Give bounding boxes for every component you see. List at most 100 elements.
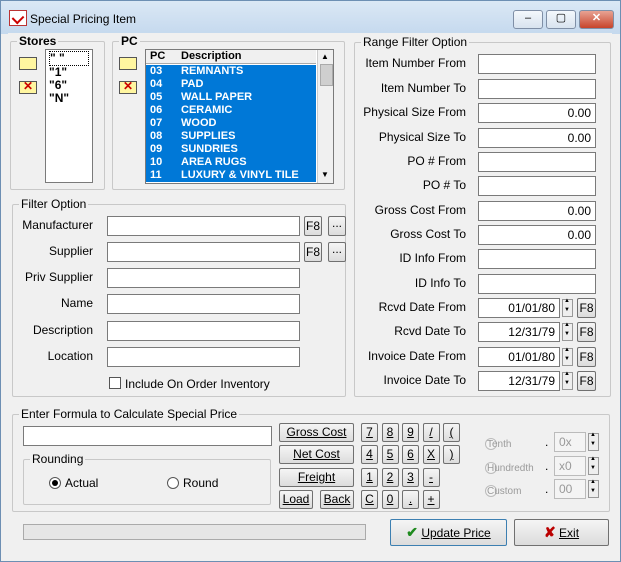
freight-button[interactable]: Freight — [279, 468, 354, 487]
keypad-key-button[interactable]: 4 — [361, 445, 378, 464]
rounding-actual-radio[interactable] — [49, 477, 61, 489]
hundredth-spinner[interactable] — [588, 456, 599, 475]
keypad-key-button[interactable]: 9 — [402, 423, 419, 442]
formula-input[interactable] — [23, 426, 272, 446]
id-info-to-input[interactable] — [478, 274, 596, 294]
scroll-up-icon[interactable]: ▲ — [321, 52, 329, 61]
gross-cost-to-input[interactable]: 0.00 — [478, 225, 596, 245]
column-header-description[interactable]: Description — [181, 50, 242, 62]
table-row[interactable]: 06 CERAMIC — [146, 104, 316, 117]
item-number-to-input[interactable] — [478, 79, 596, 99]
include-on-order-checkbox[interactable] — [109, 377, 121, 389]
description-input[interactable] — [107, 321, 300, 341]
name-input[interactable] — [107, 294, 300, 314]
gross-cost-button[interactable]: Gross Cost — [279, 423, 354, 442]
keypad-key-button[interactable]: . — [402, 490, 419, 509]
keypad-key-button[interactable]: 6 — [402, 445, 419, 464]
invoice-date-to-spinner[interactable] — [562, 371, 573, 390]
table-row[interactable]: 05 WALL PAPER — [146, 91, 316, 104]
minimize-button[interactable]: ‒ — [513, 10, 543, 29]
net-cost-button[interactable]: Net Cost — [279, 445, 354, 464]
tenth-spinner[interactable] — [588, 432, 599, 451]
invoice-date-from-spinner[interactable] — [562, 347, 573, 366]
supplier-input[interactable] — [107, 242, 300, 262]
manufacturer-lookup-button[interactable]: ... — [328, 216, 346, 236]
invoice-date-from-f8-button[interactable]: F8 — [577, 347, 596, 367]
po-to-input[interactable] — [478, 176, 596, 196]
keypad-key-button[interactable]: 5 — [381, 445, 399, 464]
pc-list[interactable]: PC Description 03 REMNANTS 04 PAD 05 WALL PAP… — [145, 49, 334, 184]
custom-value-input[interactable]: 00 — [554, 479, 586, 499]
table-row[interactable]: 04 PAD — [146, 78, 316, 91]
keypad-key-button[interactable]: 0 — [381, 490, 399, 509]
physical-size-to-input[interactable]: 0.00 — [478, 128, 596, 148]
po-from-input[interactable] — [478, 152, 596, 172]
rcvd-date-to-input[interactable]: 12/31/79 — [478, 322, 560, 342]
location-input[interactable] — [107, 347, 300, 367]
supplier-f8-button[interactable]: F8 — [304, 242, 322, 262]
gross-cost-from-input[interactable]: 0.00 — [478, 201, 596, 221]
tenth-value-input[interactable]: 0x — [554, 432, 586, 452]
manufacturer-f8-button[interactable]: F8 — [304, 216, 322, 236]
manufacturer-input[interactable] — [107, 216, 300, 236]
keypad-key-button[interactable]: C — [361, 490, 378, 509]
scroll-down-icon[interactable]: ▼ — [321, 170, 329, 179]
range-filter-legend: Range Filter Option — [363, 35, 468, 49]
clear-pc-icon[interactable] — [119, 79, 137, 94]
keypad-key-button[interactable]: 8 — [381, 423, 399, 442]
pc-description-cell: WALL PAPER — [181, 91, 253, 103]
table-row[interactable]: 08 SUPPLIES — [146, 130, 316, 143]
select-all-pc-icon[interactable] — [119, 57, 137, 70]
keypad-key-button[interactable]: + — [422, 490, 440, 509]
priv-supplier-input[interactable] — [107, 268, 300, 288]
close-button[interactable]: ✕ — [579, 10, 614, 29]
rcvd-date-from-input[interactable]: 01/01/80 — [478, 298, 560, 318]
keypad-key-button[interactable]: 1 — [361, 468, 378, 487]
rcvd-date-to-f8-button[interactable]: F8 — [577, 322, 596, 342]
list-item[interactable]: " " — [49, 51, 89, 66]
priv-supplier-label: Priv Supplier — [24, 270, 93, 284]
table-row[interactable]: 03 REMNANTS — [146, 65, 316, 78]
invoice-date-to-f8-button[interactable]: F8 — [577, 371, 596, 391]
rcvd-date-from-f8-button[interactable]: F8 — [577, 298, 596, 318]
select-all-stores-icon[interactable] — [19, 57, 37, 70]
keypad-key-button[interactable]: 2 — [381, 468, 399, 487]
custom-spinner[interactable] — [588, 479, 599, 498]
table-row[interactable]: 09 SUNDRIES — [146, 143, 316, 156]
back-button[interactable]: Back — [320, 490, 354, 509]
physical-size-from-input[interactable]: 0.00 — [478, 103, 596, 123]
update-price-button[interactable]: ✔ Update Price — [390, 519, 507, 546]
table-row[interactable]: 07 WOOD — [146, 117, 316, 130]
item-number-from-input[interactable] — [478, 54, 596, 74]
stores-list[interactable]: " " "1" "6" "N" — [45, 49, 93, 183]
keypad-key-button[interactable]: 3 — [402, 468, 419, 487]
keypad-key-button[interactable]: 7 — [361, 423, 378, 442]
clear-stores-icon[interactable] — [19, 79, 37, 94]
scroll-thumb[interactable] — [320, 64, 333, 86]
keypad-key-button[interactable]: ( — [443, 423, 460, 442]
maximize-button[interactable]: ▢ — [546, 10, 576, 29]
column-header-pc[interactable]: PC — [150, 50, 165, 62]
exit-button[interactable]: ✘ Exit — [514, 519, 609, 546]
invoice-date-to-input[interactable]: 12/31/79 — [478, 371, 560, 391]
list-item[interactable]: "N" — [49, 92, 89, 105]
keypad-key-button[interactable]: ) — [443, 445, 460, 464]
table-row[interactable]: 10 AREA RUGS — [146, 156, 316, 169]
table-row[interactable]: 11 LUXURY & VINYL TILE — [146, 169, 316, 182]
keypad-key-button[interactable]: X — [422, 445, 440, 464]
rounding-round-radio[interactable] — [167, 477, 179, 489]
id-info-from-input[interactable] — [478, 249, 596, 269]
include-on-order-label: Include On Order Inventory — [125, 377, 270, 391]
pc-scrollbar[interactable]: ▲ ▼ — [317, 50, 333, 183]
invoice-date-from-input[interactable]: 01/01/80 — [478, 347, 560, 367]
supplier-lookup-button[interactable]: ... — [328, 242, 346, 262]
gross-cost-button-label: Gross Cost — [286, 425, 347, 439]
keypad-key-button[interactable]: / — [422, 423, 440, 442]
rcvd-date-from-spinner[interactable] — [562, 298, 573, 317]
keypad-key-button[interactable]: - — [422, 468, 440, 487]
load-button[interactable]: Load — [279, 490, 313, 509]
custom-dot: . — [545, 482, 549, 496]
rcvd-date-to-spinner[interactable] — [562, 322, 573, 341]
location-label: Location — [47, 349, 93, 363]
hundredth-value-input[interactable]: x0 — [554, 456, 586, 476]
